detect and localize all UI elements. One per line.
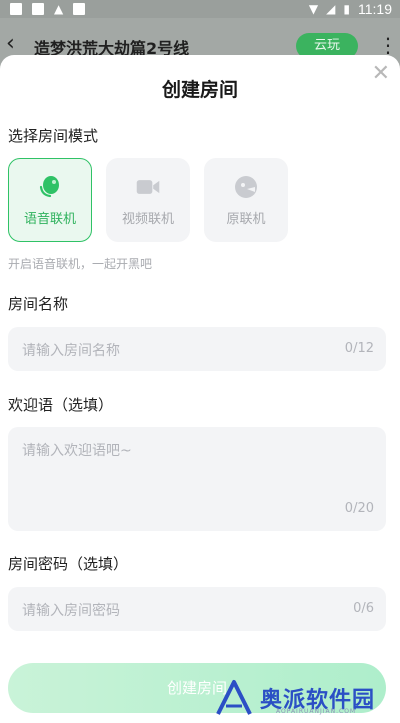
welcome-textarea[interactable]: 请输入欢迎语吧~ 0/20 (8, 427, 386, 531)
mode-voice-label: 语音联机 (23, 211, 76, 227)
password-placeholder: 请输入房间密码 (22, 603, 120, 619)
mode-video-label: 视频联机 (121, 211, 174, 227)
sheet-title: 创建房间 (161, 79, 238, 101)
video-camera-icon (136, 179, 160, 194)
room-name-placeholder: 请输入房间名称 (22, 343, 120, 359)
notification-icon (10, 3, 22, 15)
back-arrow-icon[interactable]: ‹ (6, 31, 15, 56)
room-mode-options: 语音联机 视频联机 原联机 (8, 158, 288, 242)
warning-icon: ▲ (54, 2, 64, 16)
room-name-counter: 0/12 (344, 341, 374, 356)
create-room-sheet: ✕ 创建房间 选择房间模式 语音联机 视频联机 原联机 开启语音联机，一起开黑吧… (0, 55, 400, 723)
watermark: 奥派软件园 AOPAIRUANJIAN.COM (214, 672, 400, 723)
watermark-subtext: AOPAIRUANJIAN.COM (276, 708, 357, 715)
battery-icon: ▮ (343, 2, 350, 16)
mode-video[interactable]: 视频联机 (106, 158, 190, 242)
room-name-input[interactable]: 请输入房间名称 0/12 (8, 327, 386, 371)
gamepad-icon (235, 175, 257, 198)
status-bar: ▲ ▼ ◢ ▮ 11:19 (0, 0, 400, 18)
welcome-counter: 0/20 (344, 501, 374, 516)
clock: 11:19 (358, 1, 392, 17)
signal-icon: ◢ (326, 2, 336, 16)
mode-hint: 开启语音联机，一起开黑吧 (8, 257, 153, 271)
mode-section-label: 选择房间模式 (8, 127, 99, 145)
watermark-logo-icon (216, 679, 252, 715)
password-counter: 0/6 (353, 601, 374, 616)
password-label: 房间密码（选填） (8, 555, 129, 573)
mode-original[interactable]: 原联机 (204, 158, 288, 242)
mode-original-label: 原联机 (226, 211, 266, 227)
notification-icon (32, 3, 44, 15)
app-notification-icon (73, 3, 86, 15)
welcome-placeholder: 请输入欢迎语吧~ (22, 443, 132, 459)
welcome-label: 欢迎语（选填） (8, 396, 114, 414)
room-name-label: 房间名称 (8, 295, 69, 313)
microphone-icon (39, 175, 59, 197)
mode-voice[interactable]: 语音联机 (8, 158, 92, 242)
wifi-icon: ▼ (308, 2, 319, 16)
password-input[interactable]: 请输入房间密码 0/6 (8, 587, 386, 631)
